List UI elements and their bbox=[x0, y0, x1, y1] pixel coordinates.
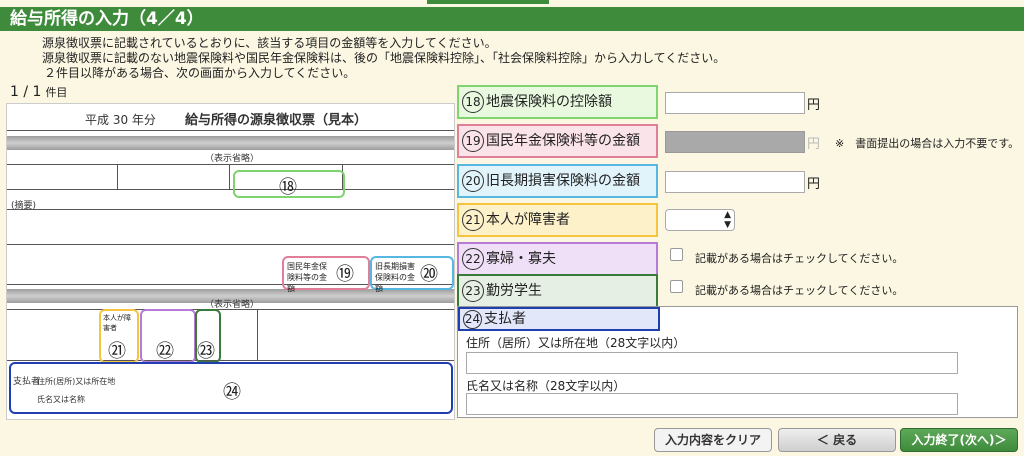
label-19-text: 国民年金保険料等の金額 bbox=[486, 133, 640, 149]
old-long-term-insurance-input[interactable] bbox=[665, 171, 805, 193]
label-21: 21 本人が障害者 bbox=[457, 203, 658, 237]
num-19: 19 bbox=[462, 130, 484, 152]
disability-select[interactable]: ▲ ▼ bbox=[665, 209, 735, 231]
label-23-text: 勤労学生 bbox=[486, 283, 542, 299]
label-21-text: 本人が障害者 bbox=[486, 212, 570, 228]
slip-highlight-20: 旧長期損害保険料の金額 ⑳ bbox=[370, 256, 454, 293]
label-23: 23 勤労学生 bbox=[457, 274, 658, 308]
label-22: 22 寡婦・寡夫 bbox=[457, 242, 658, 276]
record-count: 1 / 1 件目 bbox=[10, 84, 67, 100]
earthquake-insurance-input[interactable] bbox=[665, 92, 805, 114]
slip-cut bbox=[7, 136, 454, 150]
payer-name-input[interactable] bbox=[466, 393, 958, 415]
slip-label-19: 国民年金保険料等の金額 bbox=[287, 262, 327, 293]
instruction-line: 源泉徴収票に記載されているとおりに、該当する項目の金額等を入力してください。 bbox=[42, 36, 497, 50]
page-title-bar: 給与所得の入力（4／4） bbox=[0, 7, 1024, 31]
num-23: 23 bbox=[462, 280, 484, 302]
payer-section: 24 支払者 住所（居所）又は所在地（28文字以内） 氏名又は名称（28文字以内） bbox=[457, 306, 1018, 418]
clear-button[interactable]: 入力内容をクリア bbox=[654, 428, 772, 452]
slip-highlight-19: 国民年金保険料等の金額 ⑲ bbox=[282, 256, 370, 293]
page-title: 給与所得の入力（4／4） bbox=[10, 9, 204, 29]
label-19: 19 国民年金保険料等の金額 bbox=[457, 124, 658, 158]
select-arrows-icon: ▲ ▼ bbox=[724, 210, 731, 230]
national-pension-input bbox=[665, 131, 805, 153]
num-18: 18 bbox=[462, 91, 484, 113]
slip-num-19: ⑲ bbox=[336, 264, 354, 285]
slip-highlight-21: 本人が障害者 ㉑ bbox=[99, 309, 139, 363]
slip-highlight-23: ㉓ bbox=[195, 309, 221, 363]
slip-num-20: ⑳ bbox=[420, 264, 438, 285]
slip-label-20: 旧長期損害保険料の金額 bbox=[375, 262, 415, 293]
slip-omitted: （表示省略） bbox=[205, 154, 260, 164]
check-note-23: 記載がある場合はチェックしてください。 bbox=[695, 284, 904, 297]
label-24-text: 支払者 bbox=[484, 311, 526, 327]
num-20: 20 bbox=[462, 170, 484, 192]
slip-highlight-22: ㉒ bbox=[140, 309, 196, 363]
slip-year: 平成 30 年分 bbox=[85, 113, 156, 127]
payer-address-input[interactable] bbox=[466, 352, 958, 374]
working-student-checkbox[interactable] bbox=[670, 280, 683, 293]
yen-18: 円 bbox=[807, 98, 821, 113]
note-19: ※ 書面提出の場合は入力不要です。 bbox=[835, 137, 1020, 150]
payer-address-label: 住所（居所）又は所在地（28文字以内） bbox=[466, 336, 686, 350]
label-20: 20 旧長期損害保険料の金額 bbox=[457, 164, 658, 198]
label-24: 24 支払者 bbox=[458, 307, 660, 331]
slip-num-23: ㉓ bbox=[197, 341, 215, 362]
num-21: 21 bbox=[462, 209, 484, 231]
header-accent bbox=[427, 0, 549, 4]
slip-highlight-18: ⑱ bbox=[233, 170, 345, 198]
slip-title: 給与所得の源泉徴収票（見本） bbox=[185, 113, 368, 128]
yen-20: 円 bbox=[807, 177, 821, 192]
sample-slip-image: 平成 30 年分 給与所得の源泉徴収票（見本） （表示省略） (摘要) （表示省… bbox=[6, 103, 455, 420]
instruction-line: ２件目以降がある場合、次の画面から入力してください。 bbox=[44, 66, 356, 80]
num-24: 24 bbox=[463, 309, 482, 329]
slip-num-18: ⑱ bbox=[279, 177, 297, 198]
num-22: 22 bbox=[462, 248, 484, 270]
label-22-text: 寡婦・寡夫 bbox=[486, 251, 556, 267]
record-count-unit: 件目 bbox=[45, 86, 68, 99]
slip-num-24: ㉔ bbox=[223, 382, 241, 403]
slip-num-21: ㉑ bbox=[108, 341, 126, 362]
slip-num-22: ㉒ bbox=[156, 341, 174, 362]
next-button[interactable]: 入力終了(次へ)＞ bbox=[900, 428, 1018, 452]
record-count-value: 1 / 1 bbox=[10, 84, 42, 100]
widow-checkbox[interactable] bbox=[670, 248, 683, 261]
yen-19: 円 bbox=[807, 137, 821, 152]
instructions: 源泉徴収票に記載されているとおりに、該当する項目の金額等を入力してください。 源… bbox=[42, 36, 725, 81]
slip-label-21: 本人が障害者 bbox=[103, 314, 131, 332]
instruction-line: 源泉徴収票に記載のない地震保険料や国民年金保険料は、後の「地震保険料控除」、「社… bbox=[42, 51, 726, 65]
label-18: 18 地震保険料の控除額 bbox=[457, 85, 658, 119]
check-note-22: 記載がある場合はチェックしてください。 bbox=[695, 252, 904, 265]
payer-name-label: 氏名又は名称（28文字以内） bbox=[466, 379, 626, 393]
label-18-text: 地震保険料の控除額 bbox=[486, 94, 612, 110]
slip-highlight-24: ㉔ bbox=[9, 362, 453, 414]
label-20-text: 旧長期損害保険料の金額 bbox=[486, 173, 640, 189]
back-button[interactable]: ＜ 戻る bbox=[778, 428, 896, 452]
